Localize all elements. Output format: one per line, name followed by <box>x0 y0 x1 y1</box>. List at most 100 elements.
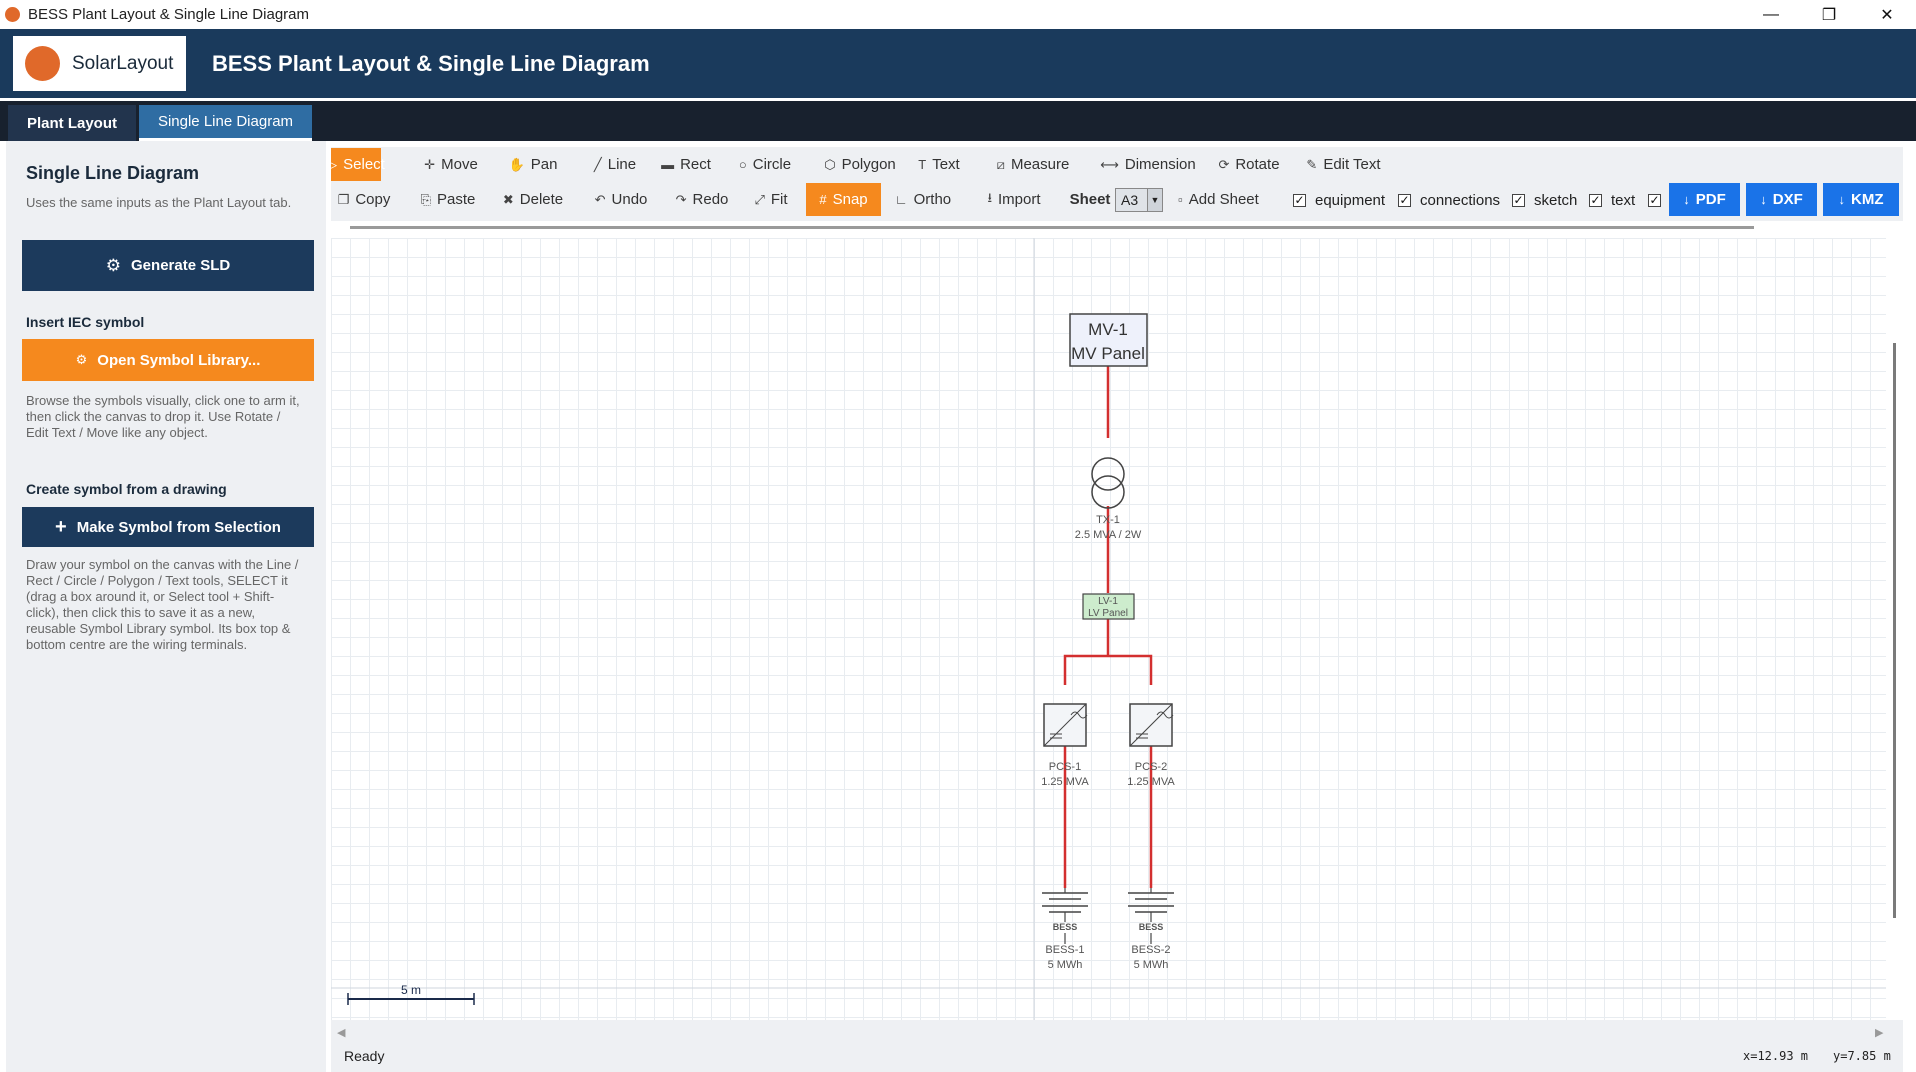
layer-sketch-label: sketch <box>1534 191 1578 209</box>
tool-snap-button[interactable]: # Snap <box>806 183 881 216</box>
download-icon: ↓ <box>1838 192 1846 207</box>
paste-icon: ⎘ <box>420 191 432 207</box>
sld-diagram: MV-1 MV Panel TX-1 2.5 MVA / 2W LV-1 LV … <box>331 238 1886 1022</box>
tool-paste-button[interactable]: ⎘ Paste <box>415 183 481 216</box>
fit-icon: ⤢ <box>754 191 765 207</box>
connection-bus-pcs[interactable] <box>1063 654 1153 685</box>
grid-icon: # <box>819 192 827 207</box>
layer-equipment-toggle[interactable]: ✓ equipment <box>1293 191 1386 209</box>
layer-sketch-toggle[interactable]: ✓ sketch <box>1512 191 1578 209</box>
tool-move-button[interactable]: ✛ Move <box>417 148 485 181</box>
checkbox-icon: ✓ <box>1398 192 1411 207</box>
bess-1-symbol[interactable]: BESS BESS-1 5 MWh <box>1042 888 1088 971</box>
layer-connections-toggle[interactable]: ✓ connections <box>1398 192 1500 209</box>
tool-delete-button[interactable]: ✖ Delete <box>497 183 569 216</box>
canvas-vertical-scrollbar[interactable] <box>1893 343 1896 918</box>
tool-ortho-button[interactable]: ∟ Ortho <box>890 183 956 216</box>
transformer-winding-2 <box>1091 475 1125 509</box>
tool-text-button[interactable]: T Text <box>912 148 966 181</box>
tool-circle-label: Circle <box>752 156 792 173</box>
sheet-select-value: A3 <box>1121 192 1139 208</box>
checkbox-icon: ✓ <box>1512 192 1525 207</box>
tool-copy-button[interactable]: ❐ Copy <box>331 183 397 216</box>
ruler-icon: ⧄ <box>996 156 1005 172</box>
download-icon: ↓ <box>1683 192 1690 207</box>
pcs-2-name: PCS-2 <box>1135 761 1167 773</box>
minimize-button[interactable]: — <box>1742 0 1800 29</box>
tool-rotate-button[interactable]: ⟳ Rotate <box>1213 148 1285 181</box>
tool-copy-label: Copy <box>355 191 391 208</box>
app-header: SolarLayout BESS Plant Layout & Single L… <box>0 29 1916 98</box>
layer-text-toggle[interactable]: ✓ text <box>1589 192 1635 209</box>
add-sheet-button[interactable]: ▫ Add Sheet <box>1176 183 1261 216</box>
maximize-button[interactable]: ❐ <box>1800 0 1858 29</box>
tool-rect-label: Rect <box>680 156 711 173</box>
ortho-icon: ∟ <box>894 192 908 207</box>
pcs-2-rating: 1.25 MVA <box>1127 776 1175 788</box>
open-symbol-library-button[interactable]: ⚙ Open Symbol Library... <box>22 339 314 381</box>
tool-polygon-button[interactable]: ⬡ Polygon <box>815 148 905 181</box>
tab-single-line-diagram[interactable]: Single Line Diagram <box>139 105 312 141</box>
tool-measure-label: Measure <box>1010 156 1070 173</box>
pcs-1-symbol[interactable]: PCS-1 1.25 MVA <box>1041 703 1089 788</box>
tool-circle-button[interactable]: ○ Circle <box>727 148 803 181</box>
copy-icon: ❐ <box>337 191 350 207</box>
generate-sld-label: Generate SLD <box>131 257 231 274</box>
library-help-text: Browse the symbols visually, click one t… <box>26 393 300 440</box>
tool-edit-text-button[interactable]: ✎ Edit Text <box>1296 148 1391 181</box>
tool-pan-button[interactable]: ✋ Pan <box>503 148 563 181</box>
sidebar: Single Line Diagram Uses the same inputs… <box>6 141 326 1072</box>
layer-extra-toggle[interactable]: ✓ <box>1648 193 1670 207</box>
toolbar-scrollbar[interactable] <box>350 226 1754 229</box>
generate-sld-button[interactable]: ⚙ Generate SLD <box>22 240 314 291</box>
sheet-select[interactable]: A3 ▼ <box>1115 188 1163 212</box>
bess-2-name: BESS-2 <box>1131 944 1170 956</box>
bess-1-tag: BESS <box>1053 922 1078 932</box>
export-dxf-button[interactable]: ↓ DXF <box>1746 183 1817 216</box>
mv-panel-symbol[interactable]: MV-1 MV Panel <box>1069 313 1148 367</box>
tool-polygon-label: Polygon <box>841 156 896 173</box>
line-icon: ╱ <box>593 156 602 172</box>
tab-bar: Plant Layout Single Line Diagram <box>0 101 1916 141</box>
tool-undo-button[interactable]: ↶ Undo <box>585 183 657 216</box>
tool-pan-label: Pan <box>530 156 558 173</box>
window-titlebar: BESS Plant Layout & Single Line Diagram … <box>0 0 1916 29</box>
export-kmz-button[interactable]: ↓ KMZ <box>1823 183 1899 216</box>
tool-redo-button[interactable]: ↷ Redo <box>668 183 736 216</box>
lv-panel-type: LV Panel <box>1088 608 1128 619</box>
tab-plant-layout[interactable]: Plant Layout <box>8 105 136 141</box>
layer-equipment-label: equipment <box>1315 191 1386 209</box>
tool-line-button[interactable]: ╱ Line <box>584 148 646 181</box>
mv-panel-name: MV-1 <box>1088 320 1128 339</box>
transformer-symbol[interactable]: TX-1 2.5 MVA / 2W <box>1075 457 1142 541</box>
export-dxf-label: DXF <box>1772 191 1803 208</box>
cursor-x-readout: x=12.93 m <box>1743 1049 1809 1063</box>
insert-symbol-heading: Insert IEC symbol <box>26 314 145 330</box>
cursor-icon: ▷ <box>327 156 338 172</box>
tool-measure-button[interactable]: ⧄ Measure <box>984 148 1082 181</box>
redo-icon: ↷ <box>675 191 687 207</box>
tool-rotate-label: Rotate <box>1235 156 1280 173</box>
tool-select-button[interactable]: ▷ Select <box>327 148 385 181</box>
tool-line-label: Line <box>607 156 637 173</box>
tool-redo-label: Redo <box>692 191 729 208</box>
bess-1-name: BESS-1 <box>1045 944 1084 956</box>
bess-2-tag: BESS <box>1139 922 1164 932</box>
drawing-canvas[interactable]: MV-1 MV Panel TX-1 2.5 MVA / 2W LV-1 LV … <box>331 238 1886 1022</box>
close-button[interactable]: ✕ <box>1858 0 1916 29</box>
transformer-winding-1 <box>1091 457 1125 491</box>
scroll-left-icon[interactable]: ◀ <box>337 1026 345 1039</box>
transformer-name: TX-1 <box>1096 514 1120 526</box>
bess-2-symbol[interactable]: BESS BESS-2 5 MWh <box>1128 888 1174 971</box>
lv-panel-symbol[interactable]: LV-1 LV Panel <box>1082 593 1135 620</box>
checkbox-icon: ✓ <box>1293 192 1306 207</box>
make-symbol-button[interactable]: + Make Symbol from Selection <box>22 507 314 547</box>
scroll-right-icon[interactable]: ▶ <box>1875 1026 1883 1039</box>
tool-dimension-button[interactable]: ⟷ Dimension <box>1090 148 1206 181</box>
pcs-2-symbol[interactable]: PCS-2 1.25 MVA <box>1127 703 1175 788</box>
tool-rect-button[interactable]: ▬ Rect <box>656 148 716 181</box>
tool-import-button[interactable]: ⭳ Import <box>974 183 1054 216</box>
logo-text: SolarLayout <box>72 52 174 74</box>
tool-fit-button[interactable]: ⤢ Fit <box>748 183 794 216</box>
export-pdf-button[interactable]: ↓ PDF <box>1669 183 1740 216</box>
